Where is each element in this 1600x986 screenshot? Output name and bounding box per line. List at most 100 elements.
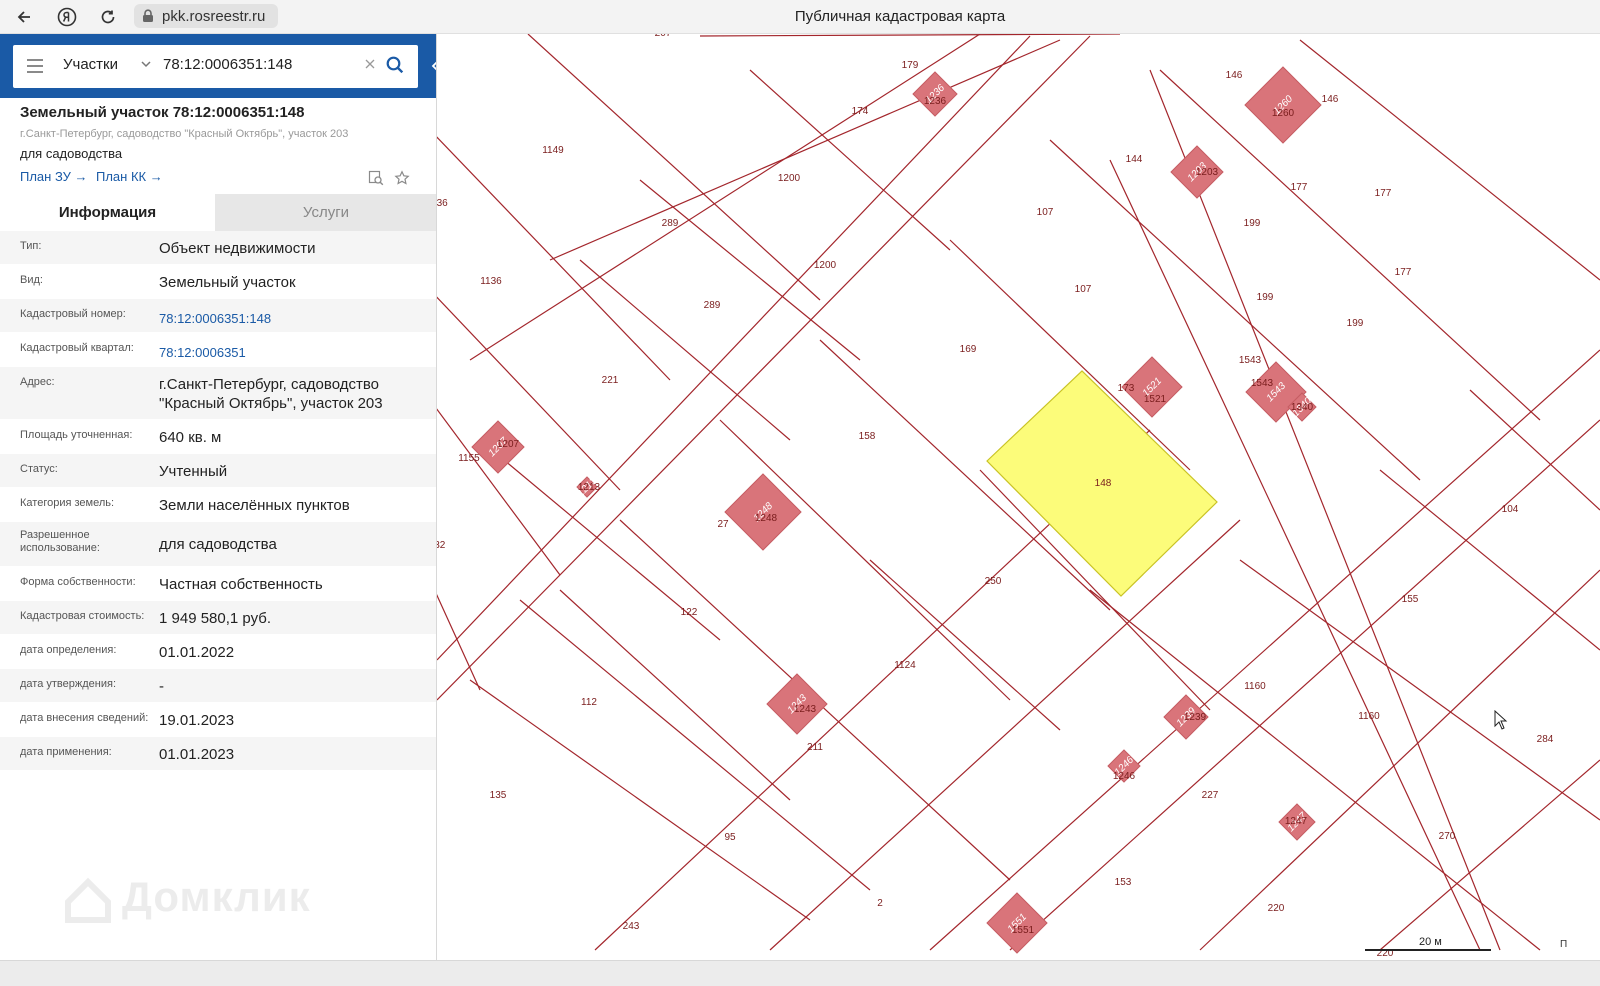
parcel-label: 270 — [1439, 831, 1456, 842]
collapse-panel-icon[interactable] — [429, 56, 437, 76]
detail-row: Адрес: г.Санкт-Петербург, садоводство "Кр… — [0, 367, 436, 420]
plan-kk-link[interactable]: План КК → — [96, 169, 163, 184]
detail-label: Кадастровый квартал: — [20, 342, 134, 354]
detail-row: Тип: Объект недвижимости — [0, 231, 436, 265]
parcel-label: 177 — [1395, 267, 1412, 278]
parcel-boundary — [437, 35, 1031, 661]
map-canvas[interactable]: 1236 1260 1203 1521 1543 1340 1207 1213 1248 1243… — [437, 34, 1600, 986]
search-box: Участки 78:12:0006351:148 — [13, 45, 418, 88]
page-title: Публичная кадастровая карта — [794, 8, 1006, 25]
parcel-label: 177 — [1375, 188, 1392, 199]
detail-value: Учтенный — [159, 463, 228, 480]
clear-icon[interactable] — [363, 57, 377, 71]
chevron-down-icon[interactable] — [139, 57, 153, 71]
parcel-label: 155 — [1402, 594, 1419, 605]
parcel-label: 199 — [1244, 218, 1261, 229]
parcel-label: 1248 — [755, 513, 778, 524]
zoom-to-object-icon[interactable] — [368, 170, 384, 186]
detail-label: Кадастровый номер: — [20, 308, 126, 320]
detail-row: Вид: Земельный участок — [0, 265, 436, 299]
parcel-boundary — [579, 259, 791, 441]
parcel-label: 1155 — [458, 453, 480, 464]
detail-label: Площадь уточненная: — [20, 429, 133, 441]
detail-row: дата утверждения: - — [0, 669, 436, 703]
parcel-boundary — [437, 593, 481, 691]
parcel-label: 1521 — [1144, 394, 1167, 405]
detail-label: Форма собственности: — [20, 576, 136, 588]
detail-value: - — [159, 678, 164, 695]
detail-value: Объект недвижимости — [159, 240, 316, 257]
detail-value: 19.01.2023 — [159, 712, 235, 729]
cadastral-map[interactable]: 1236 1260 1203 1521 1543 1340 1207 1213 1248 1243… — [437, 34, 1600, 986]
parcel-label: 227 — [1202, 790, 1219, 801]
scale-bar — [1365, 949, 1491, 951]
menu-icon[interactable] — [27, 59, 43, 73]
detail-label: Разрешенное использование: — [20, 529, 100, 554]
parcel-label: 1200 — [778, 173, 801, 184]
parcel-boundary — [719, 419, 1011, 701]
detail-value: 640 кв. м — [159, 429, 222, 446]
plan-zu-link[interactable]: План ЗУ → — [20, 169, 88, 184]
detail-label: дата определения: — [20, 644, 117, 656]
parcel-boundary — [437, 35, 1091, 701]
detail-link[interactable]: 78:12:0006351 — [159, 343, 424, 362]
parcel-boundary — [469, 679, 811, 921]
detail-label: дата применения: — [20, 746, 112, 758]
parcel-label: 1236 — [924, 96, 947, 107]
parcel-label: 2 — [877, 898, 883, 909]
parcel-label: 146 — [1322, 94, 1339, 105]
info-panel: Участки 78:12:0006351:148 Земельный учас… — [0, 34, 437, 986]
detail-row: Кадастровый номер: 78:12:0006351:148 — [0, 299, 436, 333]
detail-row: Площадь уточненная: 640 кв. м — [0, 420, 436, 454]
parcel-label: 1124 — [894, 660, 916, 671]
details-table: Тип: Объект недвижимости Вид: Земельный уча… — [0, 231, 436, 771]
parcel-label: 104 — [1502, 504, 1519, 515]
parcel-boundary — [1379, 469, 1600, 651]
browser-toolbar: pkk.rosreestr.ru Публичная кадастровая к… — [0, 0, 1600, 34]
detail-label: дата утверждения: — [20, 678, 117, 690]
parcel-boundary — [699, 34, 1121, 37]
parcel-label: 289 — [662, 218, 679, 229]
parcel-boundary — [469, 34, 981, 361]
watermark: Домклик — [60, 872, 311, 928]
parcel-label: 153 — [1115, 877, 1132, 888]
parcel-label: 1213 — [578, 482, 601, 493]
detail-label: Адрес: — [20, 376, 55, 388]
detail-link[interactable]: 78:12:0006351:148 — [159, 309, 424, 328]
detail-row: Статус: Учтенный — [0, 454, 436, 488]
detail-label: Статус: — [20, 463, 58, 475]
detail-value: 1 949 580,1 руб. — [159, 610, 272, 627]
parcel-label: 112 — [581, 697, 597, 708]
detail-label: Вид: — [20, 274, 43, 286]
parcel-label: 132 — [437, 540, 446, 551]
parcel-label: 148 — [1095, 478, 1112, 489]
object-type-select[interactable]: Участки — [63, 56, 118, 73]
parcel-label: 1136 — [480, 276, 502, 287]
detail-row: Кадастровая стоимость: 1 949 580,1 руб. — [0, 601, 436, 635]
edge-label: П — [1560, 939, 1568, 950]
detail-row: дата внесения сведений: 19.01.2023 — [0, 703, 436, 737]
parcel-label: 144 — [1126, 154, 1143, 165]
tab-info[interactable]: Информация — [0, 194, 215, 231]
favorite-star-icon[interactable] — [394, 170, 410, 186]
parcel-label: 1243 — [794, 704, 817, 715]
parcel-label: 1551 — [1012, 925, 1035, 936]
parcel-label: 27 — [717, 519, 729, 530]
parcel-label: 284 — [1537, 734, 1554, 745]
detail-value: Частная собственность — [159, 576, 323, 593]
detail-value: 01.01.2023 — [159, 746, 235, 763]
parcel-label: 107 — [1075, 284, 1092, 295]
parcel-label: 207 — [655, 34, 672, 39]
parcel-label: 1149 — [542, 145, 564, 156]
detail-row: Категория земель: Земли населённых пункто… — [0, 488, 436, 522]
parcel-label: 221 — [602, 375, 619, 386]
tab-services[interactable]: Услуги — [215, 194, 436, 231]
parcel-label: 1203 — [1196, 167, 1219, 178]
parcel-label: 1200 — [814, 260, 837, 271]
object-address: г.Санкт-Петербург, садоводство "Красный … — [20, 128, 349, 140]
parcel-boundary — [1199, 569, 1600, 951]
search-icon[interactable] — [385, 55, 405, 75]
object-use: для садоводства — [20, 146, 123, 161]
search-input[interactable]: 78:12:0006351:148 — [163, 56, 292, 73]
detail-value: 01.01.2022 — [159, 644, 235, 661]
